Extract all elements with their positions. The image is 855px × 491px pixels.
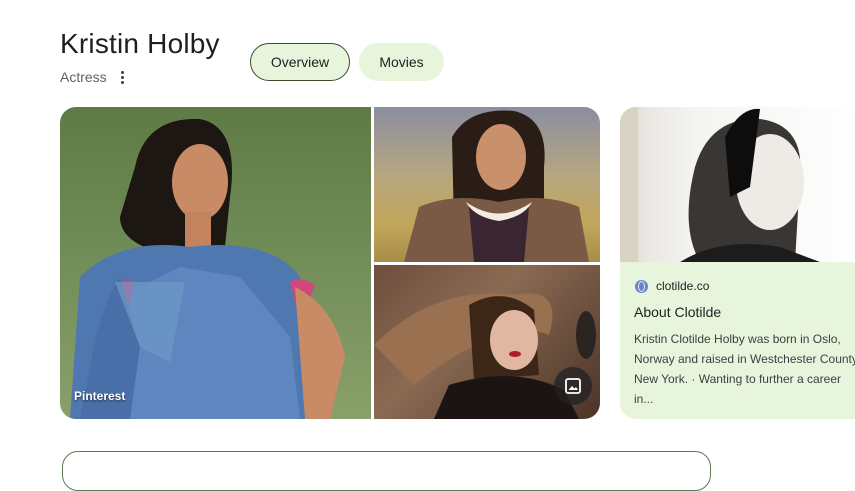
- gallery-image-main[interactable]: Pinterest: [60, 107, 371, 419]
- more-images-button[interactable]: [554, 367, 592, 405]
- more-vert-icon[interactable]: [120, 70, 125, 84]
- source-card-title[interactable]: About Clotilde: [634, 304, 721, 320]
- image-gallery: Pinterest: [60, 107, 600, 419]
- globe-icon: [635, 279, 648, 293]
- source-card-image: [620, 107, 855, 262]
- image-icon: [565, 378, 581, 394]
- tab-movies[interactable]: Movies: [359, 43, 444, 81]
- entity-title: Kristin Holby: [60, 28, 220, 59]
- portrait-illustration-top: [404, 110, 589, 262]
- image-source-label: Pinterest: [74, 389, 126, 403]
- portrait-illustration-main: [70, 118, 345, 419]
- source-card-domain: clotilde.co: [656, 279, 710, 293]
- gallery-image-bottom-right[interactable]: [374, 265, 600, 419]
- tab-overview[interactable]: Overview: [250, 43, 350, 81]
- entity-subtitle: Actress: [60, 69, 125, 85]
- gallery-image-top-right[interactable]: [374, 107, 600, 262]
- next-section-box[interactable]: [62, 451, 711, 491]
- entity-type: Actress: [60, 69, 107, 85]
- source-card-site: clotilde.co: [635, 279, 709, 293]
- source-card-description: Kristin Clotilde Holby was born in Oslo,…: [634, 332, 855, 406]
- source-card[interactable]: clotilde.co About Clotilde Kristin Cloti…: [620, 107, 855, 419]
- portrait-illustration-card: [620, 107, 820, 262]
